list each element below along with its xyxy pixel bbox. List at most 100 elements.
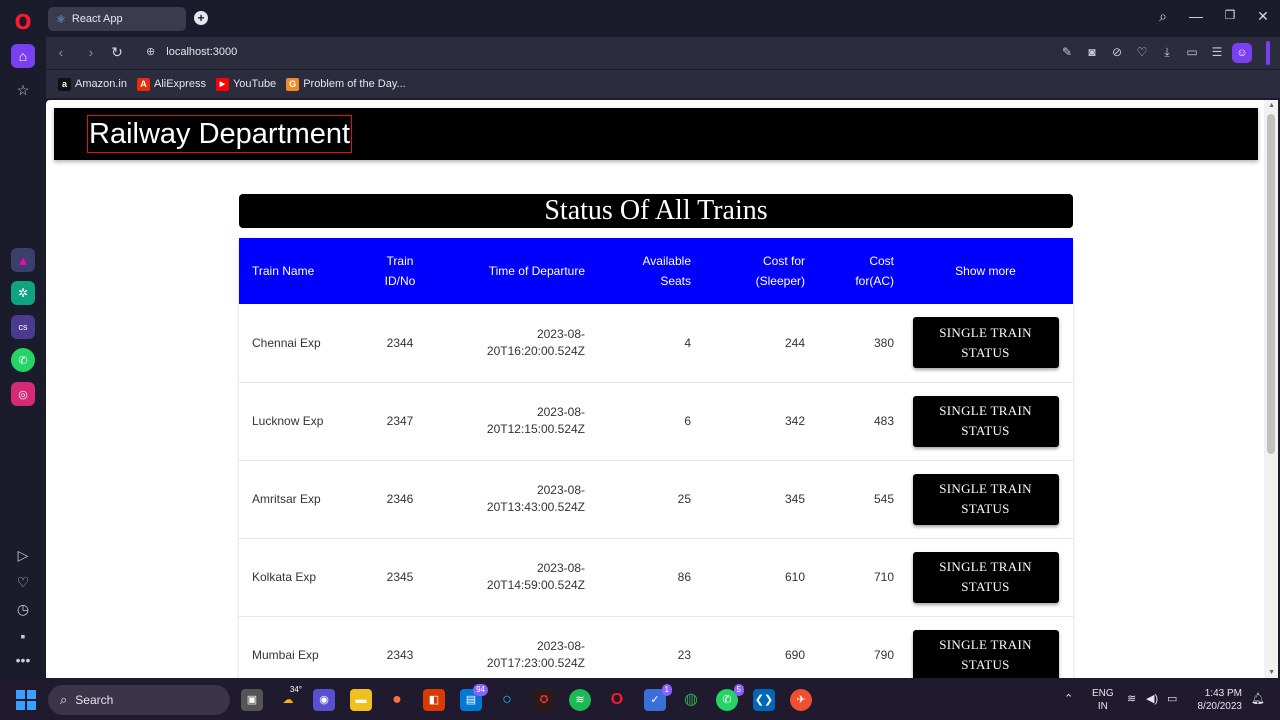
single-train-status-button[interactable]: SINGLE TRAIN STATUS bbox=[912, 551, 1059, 603]
cost-ac: 790 bbox=[873, 648, 894, 662]
cortana-icon[interactable]: ○ bbox=[496, 689, 518, 711]
bookmark-problem-of-the-day[interactable]: G Problem of the Day... bbox=[286, 77, 406, 91]
task-view-icon[interactable]: ▣ bbox=[241, 689, 263, 711]
app-title: Railway Department bbox=[87, 115, 353, 153]
home-icon[interactable]: ⌂ bbox=[11, 44, 35, 68]
bookmark-youtube[interactable]: ▶ YouTube bbox=[215, 77, 276, 91]
col-cost-sleeper: Cost for (Sleeper) bbox=[755, 254, 805, 288]
firefox-icon[interactable]: ● bbox=[386, 689, 408, 711]
game-icon[interactable]: ✪ bbox=[533, 689, 555, 711]
gfg-icon: G bbox=[286, 77, 300, 91]
chat-icon[interactable]: ◉ bbox=[313, 689, 335, 711]
back-icon[interactable]: ‹ bbox=[52, 44, 70, 60]
battery-icon[interactable]: ▭ bbox=[1167, 692, 1177, 705]
table-row: Amritsar Exp 2346 2023-08- 20T13:43:00.524Z… bbox=[239, 460, 1073, 538]
office-icon[interactable]: ◧ bbox=[423, 689, 445, 711]
cost-sleeper: 345 bbox=[784, 492, 805, 506]
col-departure: Time of Departure bbox=[488, 263, 585, 278]
whatsapp-taskbar-icon[interactable]: ✆ 5 bbox=[716, 684, 744, 711]
chatsonic-icon[interactable]: cs bbox=[11, 315, 35, 339]
volume-icon[interactable]: ◀) bbox=[1146, 692, 1158, 705]
new-tab-plus-icon[interactable]: + bbox=[194, 11, 208, 25]
heart-icon[interactable]: ♡ bbox=[11, 570, 35, 594]
table-row: Chennai Exp 2344 2023-08- 20T16:20:00.524Z 4… bbox=[239, 304, 1073, 382]
cost-ac: 380 bbox=[873, 335, 894, 350]
aliexpress-icon: A bbox=[136, 77, 150, 91]
train-name: Chennai Exp bbox=[252, 335, 321, 350]
vscode-icon[interactable]: ❮❯ bbox=[753, 689, 775, 711]
search-tabs-icon[interactable]: ⌕ bbox=[1153, 8, 1173, 25]
favorite-heart-icon[interactable]: ♡ bbox=[1134, 45, 1150, 59]
train-id: 2346 bbox=[386, 492, 414, 506]
search-icon: ⌕ bbox=[60, 692, 68, 707]
taskbar-search[interactable]: ⌕ Search bbox=[48, 685, 230, 715]
restore-icon[interactable]: ❐ bbox=[1220, 8, 1240, 22]
download-icon[interactable]: ⤓ bbox=[1159, 45, 1175, 60]
profile-icon[interactable]: ☺ bbox=[1232, 43, 1252, 63]
file-explorer-icon[interactable]: ▬ bbox=[350, 689, 372, 711]
spotify-icon[interactable]: ≋ bbox=[569, 689, 591, 711]
single-train-status-button[interactable]: SINGLE TRAIN STATUS bbox=[912, 629, 1059, 678]
chrome-icon[interactable]: ◍ bbox=[680, 689, 702, 711]
instagram-icon[interactable]: ◎ bbox=[11, 382, 35, 406]
available-seats: 4 bbox=[684, 335, 691, 350]
sidebar-toggle[interactable] bbox=[1266, 41, 1270, 65]
forward-icon[interactable]: › bbox=[82, 44, 100, 60]
address-toolbar: ‹ › ↻ ⊕ localhost:3000 ✎ ◙ ⊘ ♡ ⤓ ▭ ☰ ☺ bbox=[46, 37, 1280, 69]
history-icon[interactable]: ◷ bbox=[11, 597, 35, 621]
windows-start-icon[interactable] bbox=[16, 690, 36, 710]
chatgpt-icon[interactable]: ✲ bbox=[11, 281, 35, 305]
cost-ac: 545 bbox=[873, 492, 894, 506]
minimize-icon[interactable]: — bbox=[1186, 8, 1206, 24]
scroll-up-icon[interactable]: ▲ bbox=[1268, 102, 1275, 109]
address-bar[interactable]: ⊕ localhost:3000 bbox=[146, 45, 237, 58]
train-name: Mumbai Exp bbox=[252, 648, 319, 662]
tray-overflow-icon[interactable]: ⌃ bbox=[1064, 692, 1073, 705]
language-indicator[interactable]: ENG IN bbox=[1092, 687, 1114, 713]
bookmark-aliexpress[interactable]: A AliExpress bbox=[136, 77, 206, 91]
single-train-status-button[interactable]: SINGLE TRAIN STATUS bbox=[912, 473, 1059, 525]
postman-icon[interactable]: ✈ bbox=[790, 689, 812, 711]
table-row: Mumbai Exp 2343 2023-08- 20T17:23:00.524Z 23… bbox=[239, 616, 1073, 678]
teams-icon[interactable]: ▤ 94 bbox=[460, 684, 488, 711]
bookmark-amazon[interactable]: a Amazon.in bbox=[58, 77, 127, 91]
youtube-icon: ▶ bbox=[215, 77, 229, 91]
vpn-icon[interactable]: ✓ 1 bbox=[644, 684, 672, 711]
bookmarks-bar: a Amazon.in A AliExpress ▶ YouTube G Pro… bbox=[46, 70, 1280, 98]
page-scrollbar[interactable]: ▲ ▼ bbox=[1264, 100, 1278, 678]
easy-setup-icon[interactable]: ☰ bbox=[1209, 45, 1225, 59]
cost-sleeper: 342 bbox=[784, 414, 805, 428]
reload-icon[interactable]: ↻ bbox=[108, 44, 126, 61]
adblock-icon[interactable]: ⊘ bbox=[1109, 45, 1125, 59]
weather-icon[interactable]: ☁ 34° bbox=[277, 685, 303, 711]
train-name: Amritsar Exp bbox=[252, 492, 321, 506]
table-header-row: Train Name Train ID/No Time of Departure … bbox=[239, 238, 1073, 304]
scroll-thumb[interactable] bbox=[1267, 114, 1275, 454]
player-icon[interactable]: ▷ bbox=[11, 543, 35, 567]
aria-icon[interactable]: ▲ bbox=[11, 248, 35, 272]
whatsapp-icon[interactable]: ✆ bbox=[11, 348, 35, 372]
battery-saver-icon[interactable]: ▭ bbox=[1184, 45, 1200, 59]
react-icon: ⚛ bbox=[56, 13, 66, 26]
camera-icon[interactable]: ◙ bbox=[1084, 45, 1100, 59]
close-icon[interactable]: ✕ bbox=[1253, 8, 1273, 25]
amazon-icon: a bbox=[58, 77, 71, 91]
col-train-name: Train Name bbox=[252, 264, 315, 278]
clock[interactable]: 1:43 PM 8/20/2023 bbox=[1190, 687, 1243, 713]
bookmark-star-icon[interactable]: ☆ bbox=[11, 78, 35, 102]
opera-taskbar-icon[interactable]: O bbox=[606, 689, 628, 711]
notification-bell-icon[interactable]: 🔔︎ bbox=[1251, 692, 1265, 705]
wifi-icon[interactable]: ≋ bbox=[1127, 692, 1136, 705]
tab-react-app[interactable]: ⚛ React App bbox=[48, 7, 186, 31]
opera-logo-icon[interactable]: O bbox=[11, 10, 35, 34]
scroll-down-icon[interactable]: ▼ bbox=[1268, 669, 1275, 676]
wallet-icon[interactable]: ▪ bbox=[11, 624, 35, 648]
single-train-status-button[interactable]: SINGLE TRAIN STATUS bbox=[912, 317, 1059, 369]
single-train-status-button[interactable]: SINGLE TRAIN STATUS bbox=[912, 395, 1059, 447]
cost-ac: 483 bbox=[873, 414, 894, 428]
more-icon[interactable]: ••• bbox=[11, 648, 35, 672]
url-text: localhost:3000 bbox=[166, 46, 238, 58]
tab-title: React App bbox=[71, 13, 123, 25]
globe-icon: ⊕ bbox=[146, 46, 156, 58]
edit-icon[interactable]: ✎ bbox=[1059, 45, 1075, 59]
